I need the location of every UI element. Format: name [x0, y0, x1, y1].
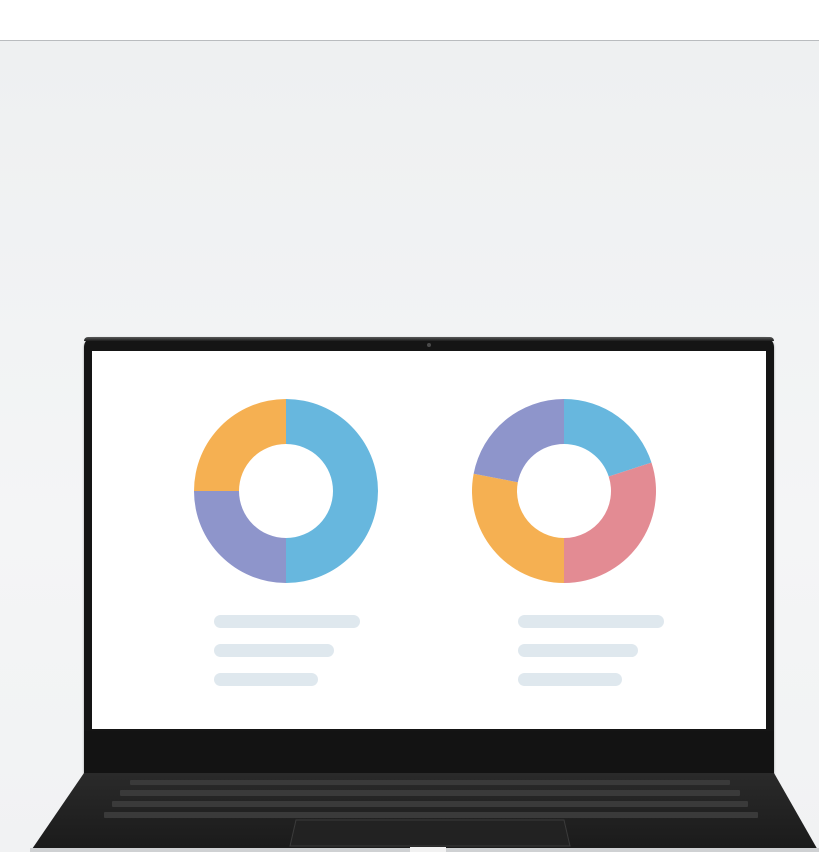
touchpad [289, 819, 571, 847]
base-notch [410, 847, 446, 852]
laptop-illustration [0, 0, 819, 852]
laptop-base [30, 773, 819, 852]
